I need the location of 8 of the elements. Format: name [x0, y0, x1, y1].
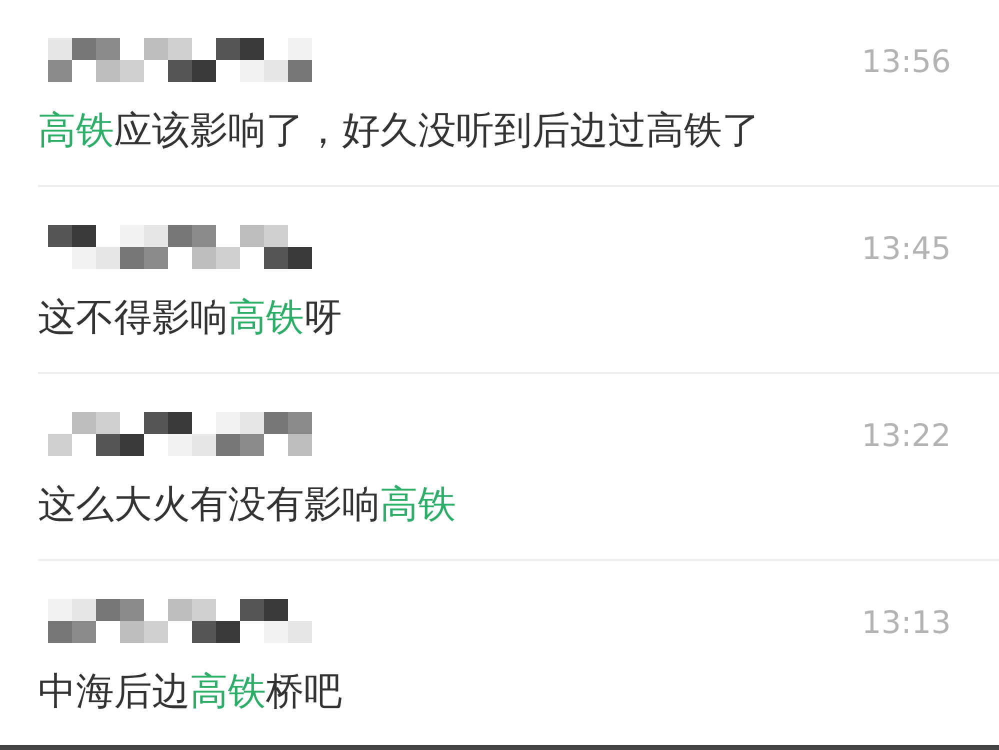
message-time: 13:45 [862, 231, 951, 267]
message-text[interactable]: 高铁应该影响了，好久没听到后边过高铁了 [38, 108, 951, 154]
message-time: 13:56 [862, 44, 951, 80]
message-time: 13:13 [862, 605, 951, 641]
message-time: 13:22 [862, 418, 951, 454]
message-text[interactable]: 这么大火有没有影响高铁 [38, 482, 951, 528]
message-text[interactable]: 中海后边高铁桥吧 [38, 669, 951, 715]
message-text[interactable]: 这不得影响高铁呀 [38, 295, 951, 341]
